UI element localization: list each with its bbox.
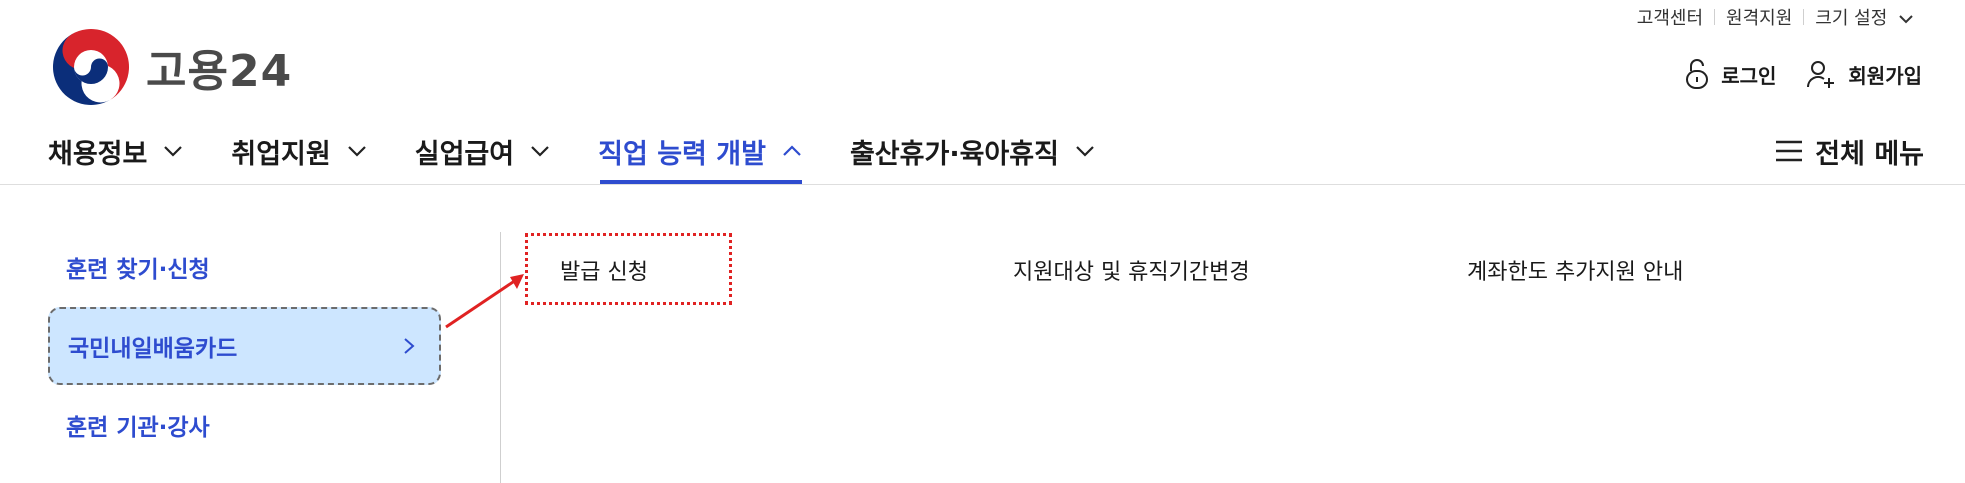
- logo-text: 고용24: [146, 46, 293, 97]
- customer-center-link[interactable]: 고객센터: [1626, 4, 1714, 30]
- submenu-label: 국민내일배움카드: [68, 336, 238, 362]
- chevron-right-icon: [404, 338, 415, 354]
- main-nav: 채용정보 취업지원 실업급여 직업 능력 개발 출산휴가·육아휴직: [48, 118, 1143, 184]
- nav-item-label: 직업 능력 개발: [598, 138, 766, 170]
- utility-links: 고객센터 원격지원 크기 설정: [1626, 2, 1924, 32]
- font-size-label: 크기 설정: [1815, 8, 1888, 29]
- site-logo[interactable]: 고용24: [52, 28, 292, 106]
- submenu-training-institutions[interactable]: 훈련 기관·강사: [66, 408, 210, 442]
- remote-support-link[interactable]: 원격지원: [1715, 4, 1803, 30]
- submenu2-eligibility-change[interactable]: 지원대상 및 휴직기간변경: [1013, 254, 1250, 286]
- nav-item-job-skills[interactable]: 직업 능력 개발: [598, 118, 802, 184]
- all-menu-button[interactable]: 전체 메뉴: [1775, 118, 1924, 184]
- chevron-down-icon: [163, 145, 183, 157]
- nav-item-employment-support[interactable]: 취업지원: [231, 118, 366, 184]
- nav-item-unemployment-benefits[interactable]: 실업급여: [415, 118, 550, 184]
- nav-item-label: 실업급여: [414, 138, 515, 170]
- submenu-national-learning-card[interactable]: 국민내일배움카드: [48, 307, 441, 385]
- chevron-down-icon: [530, 145, 550, 157]
- account-actions: 로그인 회원가입: [1685, 52, 1922, 96]
- chevron-down-icon: [1899, 15, 1913, 24]
- nav-item-jobs[interactable]: 채용정보: [48, 118, 183, 184]
- add-user-icon: [1807, 61, 1835, 88]
- nav-divider: [0, 184, 1965, 185]
- nav-item-label: 채용정보: [48, 138, 148, 170]
- chevron-up-icon: [782, 145, 802, 157]
- submenu2-card-issuance[interactable]: 발급 신청: [560, 254, 648, 286]
- submenu-training-search[interactable]: 훈련 찾기·신청: [66, 250, 210, 284]
- chevron-down-icon: [1075, 145, 1095, 157]
- login-button[interactable]: 로그인: [1685, 58, 1776, 90]
- hamburger-icon: [1776, 140, 1803, 162]
- taegeuk-logo-icon: [53, 29, 129, 105]
- signup-label: 회원가입: [1848, 63, 1922, 88]
- all-menu-label: 전체 메뉴: [1815, 138, 1924, 170]
- nav-item-label: 출산휴가·육아휴직: [849, 138, 1059, 170]
- lock-icon: [1686, 59, 1709, 89]
- signup-button[interactable]: 회원가입: [1806, 59, 1922, 89]
- nav-item-parental-leave[interactable]: 출산휴가·육아휴직: [850, 118, 1095, 184]
- submenu2-account-limit[interactable]: 계좌한도 추가지원 안내: [1467, 254, 1683, 286]
- login-label: 로그인: [1721, 63, 1777, 88]
- annotation-arrow-icon: [445, 274, 524, 329]
- nav-item-label: 취업지원: [231, 138, 331, 170]
- font-size-setting[interactable]: 크기 설정: [1804, 4, 1924, 30]
- chevron-down-icon: [347, 145, 367, 157]
